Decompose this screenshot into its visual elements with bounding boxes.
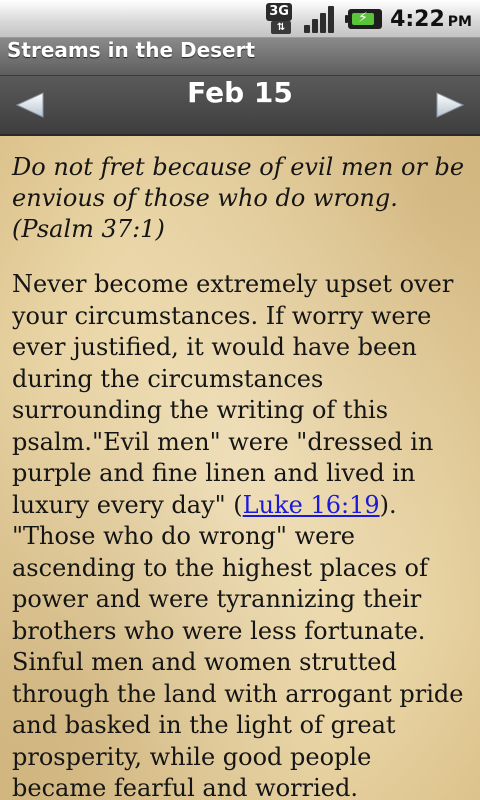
devotional-content[interactable]: Do not fret because of evil men or be en… — [0, 136, 480, 800]
scripture-reference-link[interactable]: Luke 16:19 — [243, 491, 380, 519]
devotion-text-part-1: Never become extremely upset over your c… — [12, 270, 454, 519]
next-day-button[interactable] — [420, 76, 480, 134]
date-navigation-bar: Feb 15 — [0, 76, 480, 136]
arrow-left-icon — [15, 92, 44, 118]
network-3g-icon: 3G ⇅ — [266, 3, 296, 35]
clock-ampm: PM — [447, 13, 472, 30]
status-icons: 3G ⇅ ⚡ 4:22 PM — [266, 0, 472, 38]
data-activity-icon: ⇅ — [271, 21, 292, 34]
clock-time: 4:22 — [390, 6, 445, 32]
app-title: Streams in the Desert — [7, 38, 256, 62]
status-bar: 3G ⇅ ⚡ 4:22 PM — [0, 0, 480, 38]
arrow-right-icon — [436, 92, 465, 118]
battery-charging-icon: ⚡ — [345, 9, 383, 29]
scripture-verse: Do not fret because of evil men or be en… — [12, 153, 465, 243]
signal-strength-icon — [304, 5, 338, 33]
devotion-text-part-2: ). "Those who do wrong" were ascending t… — [12, 490, 464, 800]
current-date: Feb 15 — [187, 76, 293, 109]
devotional-text: Never become extremely upset over your c… — [12, 269, 468, 800]
previous-day-button[interactable] — [0, 76, 60, 134]
status-clock: 4:22 PM — [390, 7, 472, 32]
app-title-bar: Streams in the Desert — [0, 38, 480, 76]
network-type-label: 3G — [266, 3, 293, 21]
